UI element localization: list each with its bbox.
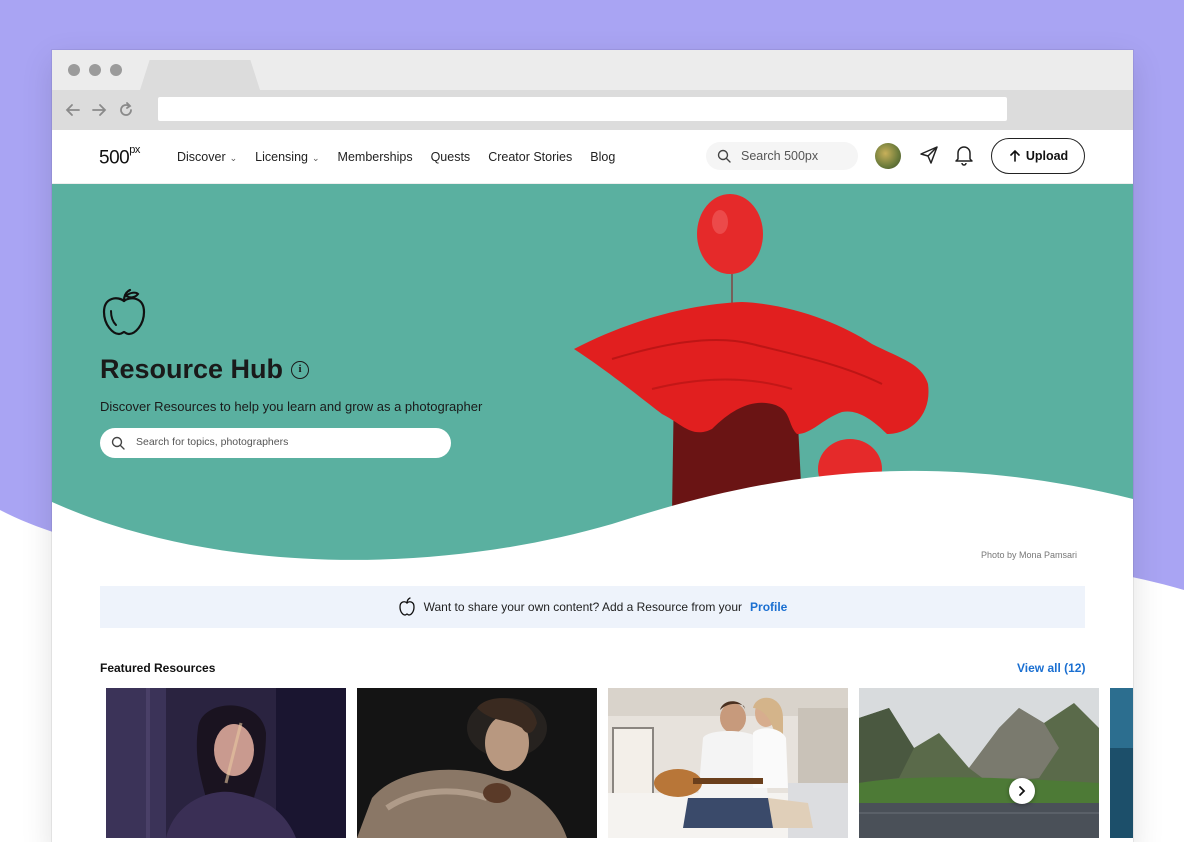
resource-card-image	[608, 688, 848, 838]
window-maximize-dot[interactable]	[110, 64, 122, 76]
menu-creator-stories[interactable]: Creator Stories	[488, 150, 572, 164]
menu-licensing-label: Licensing	[255, 150, 308, 164]
menu-blog[interactable]: Blog	[590, 150, 615, 164]
info-icon[interactable]: i	[291, 360, 310, 379]
resource-card[interactable]	[357, 688, 597, 838]
url-field[interactable]	[158, 97, 1007, 121]
view-all-link[interactable]: View all (12)	[1017, 661, 1085, 675]
bell-icon[interactable]	[953, 143, 975, 167]
arrow-up-icon	[1010, 149, 1020, 162]
arrow-left-icon[interactable]	[62, 99, 84, 121]
paper-plane-icon[interactable]	[918, 144, 940, 166]
chevron-down-icon: ⌄	[229, 153, 238, 163]
page-title-text: Resource Hub	[100, 354, 284, 384]
resource-card-image	[357, 688, 597, 838]
upload-button[interactable]: Upload	[991, 138, 1085, 174]
main-menu: Discover ⌄ Licensing ⌄ Memberships Quests …	[177, 150, 633, 164]
browser-window: 500px Discover ⌄ Licensing ⌄ Memberships Q…	[52, 50, 1133, 842]
menu-licensing[interactable]: Licensing ⌄	[255, 150, 319, 164]
hero-subtitle: Discover Resources to help you learn and…	[100, 399, 483, 414]
apple-icon	[102, 288, 146, 336]
photo-credit: Photo by Mona Pamsari	[981, 550, 1078, 560]
resource-card[interactable]	[106, 688, 346, 838]
featured-resources-heading: Featured Resources	[100, 661, 216, 675]
menu-quests[interactable]: Quests	[431, 150, 471, 164]
resource-card[interactable]	[608, 688, 848, 838]
arrow-right-icon[interactable]	[88, 99, 110, 121]
browser-tab[interactable]	[140, 60, 260, 90]
share-content-banner: Want to share your own content? Add a Re…	[100, 586, 1085, 628]
header-search[interactable]: Search 500px	[706, 142, 858, 170]
window-minimize-dot[interactable]	[89, 64, 101, 76]
resource-search-placeholder: Search for topics, photographers	[136, 436, 289, 448]
banner-text: Want to share your own content? Add a Re…	[423, 600, 743, 614]
reload-icon[interactable]	[115, 99, 137, 121]
resource-search-input[interactable]: Search for topics, photographers	[100, 428, 451, 458]
chevron-down-icon: ⌄	[312, 153, 320, 163]
resource-card-image	[106, 688, 346, 838]
page-title: Resource Hub i	[100, 354, 310, 385]
resource-card[interactable]	[1110, 688, 1133, 838]
upload-label: Upload	[1025, 149, 1069, 163]
menu-memberships[interactable]: Memberships	[338, 150, 413, 164]
search-icon	[111, 436, 125, 450]
resource-card[interactable]	[859, 688, 1099, 838]
carousel-next-button[interactable]	[1009, 778, 1035, 804]
header-search-placeholder: Search 500px	[741, 149, 819, 163]
apple-icon	[398, 597, 415, 616]
logo-text: 500	[99, 147, 130, 169]
resource-card-image	[1110, 688, 1133, 838]
hero-banner: Resource Hub i Discover Resources to hel…	[52, 184, 1133, 584]
site-header: 500px Discover ⌄ Licensing ⌄ Memberships Q…	[52, 130, 1133, 184]
logo-suffix: px	[129, 144, 140, 156]
logo-500px[interactable]: 500px	[99, 144, 140, 169]
avatar[interactable]	[875, 143, 901, 169]
window-close-dot[interactable]	[68, 64, 80, 76]
menu-discover-label: Discover	[177, 150, 226, 164]
tab-bar	[52, 50, 1133, 90]
menu-discover[interactable]: Discover ⌄	[177, 150, 237, 164]
chevron-right-icon	[1019, 786, 1026, 796]
search-icon	[717, 149, 731, 163]
profile-link[interactable]: Profile	[750, 600, 787, 614]
resource-card-image	[859, 688, 1099, 838]
